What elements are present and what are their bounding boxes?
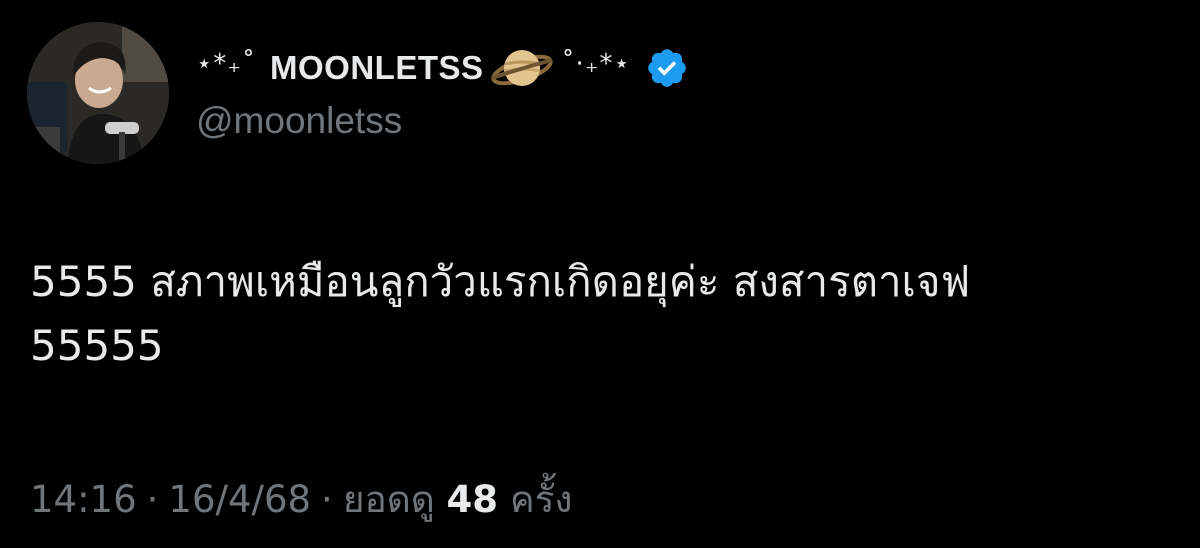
views-unit: ครั้ง [509,478,573,521]
tweet-line: 5555 สภาพเหมือนลูกวัวแรกเกิดอยุค่ะ สงสาร… [30,257,971,306]
sparkle-decoration-right: ˚⋅₊*⋆ [561,49,631,79]
sparkle-decoration-left: ⋆*₊˚ [196,49,256,79]
author-name-row[interactable]: ⋆*₊˚ MOONLETSS ˚⋅₊*⋆ [196,40,689,96]
tweet-time[interactable]: 14:16 [30,478,137,521]
author-avatar[interactable] [27,22,169,164]
views-label: ยอดดู [342,478,435,521]
views-count[interactable]: 48 [447,478,499,521]
author-handle[interactable]: @moonletss [196,100,402,142]
tweet-meta: 14:16 · 16/4/68 · ยอดดู 48 ครั้ง [30,470,573,529]
tweet-text: 5555 สภาพเหมือนลูกวัวแรกเกิดอยุค่ะ สงสาร… [30,250,1180,378]
tweet-date[interactable]: 16/4/68 [168,478,311,521]
verified-badge-icon[interactable] [645,46,689,90]
saturn-planet-icon [490,38,554,98]
meta-separator: · [146,478,159,521]
meta-separator: · [321,478,333,521]
tweet-line: 55555 [30,321,164,370]
avatar-photo [27,22,169,164]
display-name[interactable]: MOONLETSS [270,49,484,87]
